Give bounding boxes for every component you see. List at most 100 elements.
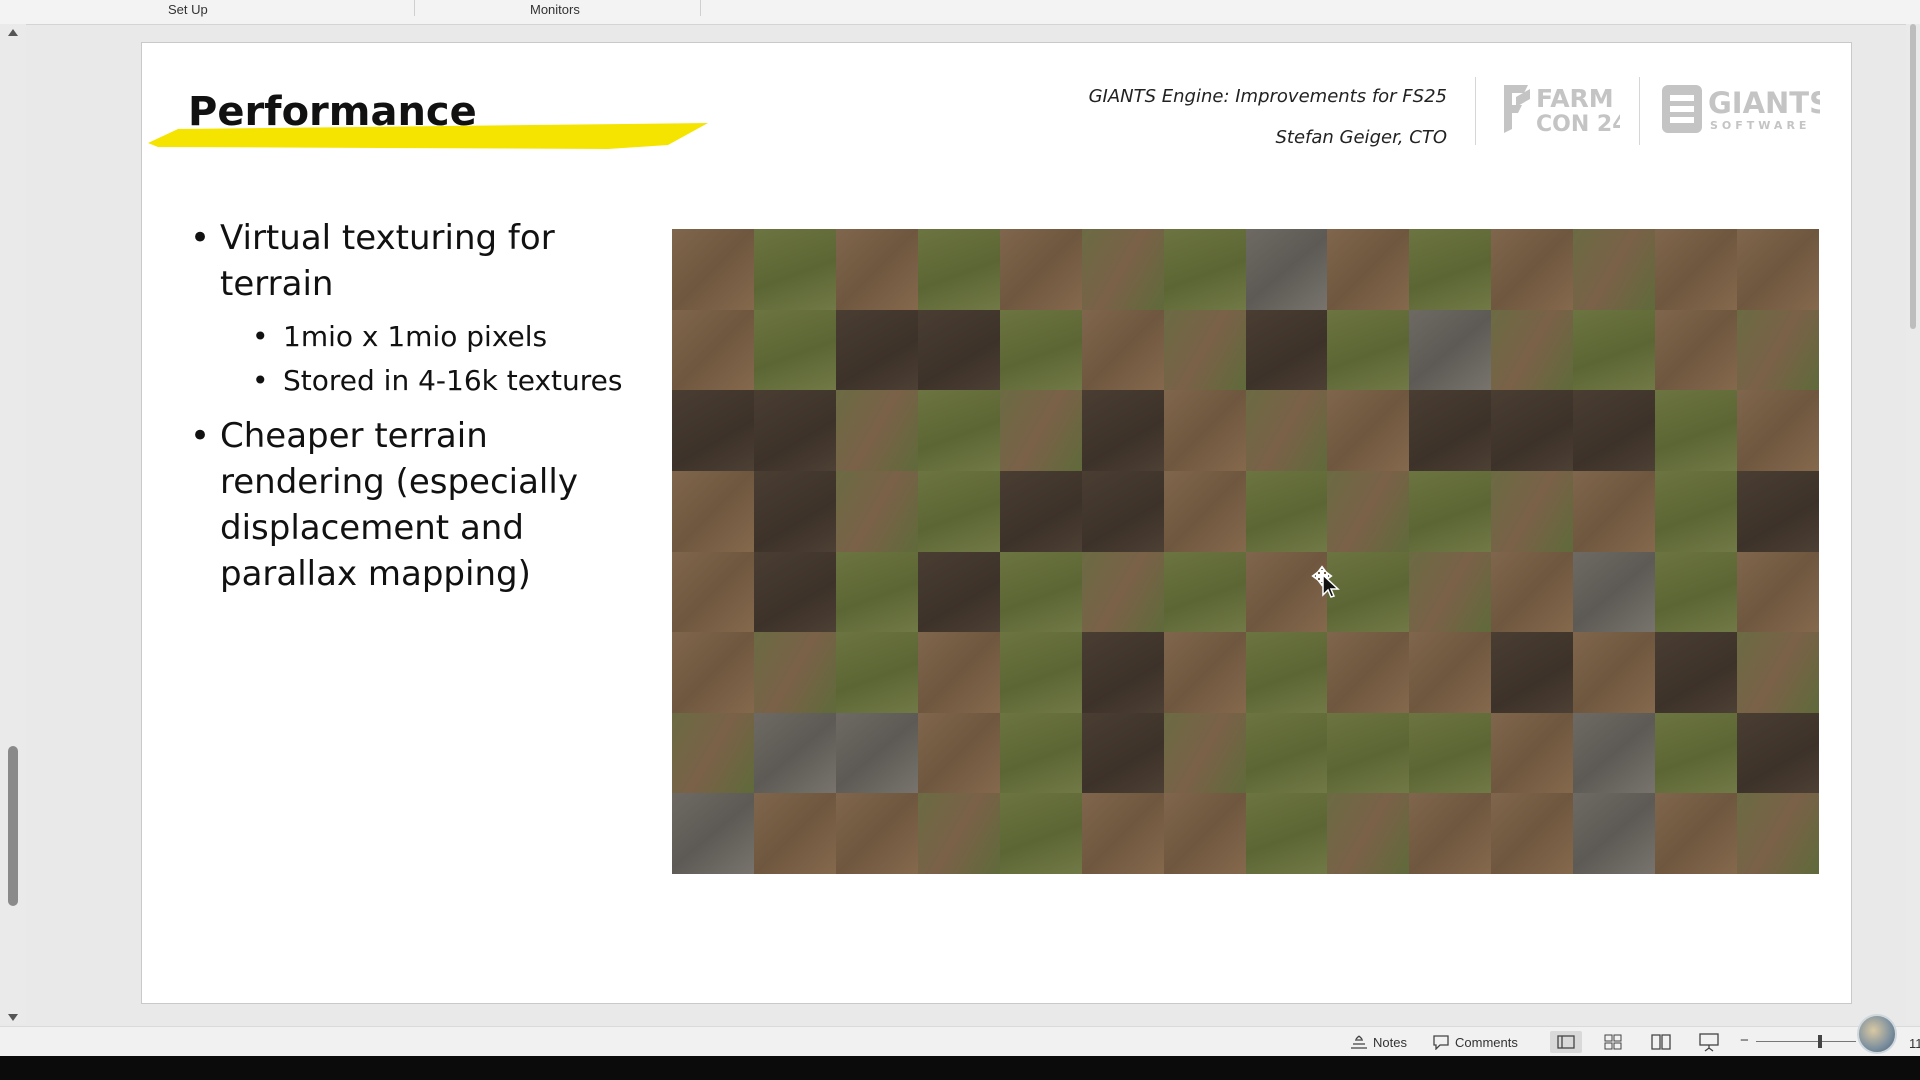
bullet-item: Cheaper terrain rendering (especially di… xyxy=(188,413,658,597)
terrain-tile xyxy=(1491,712,1574,794)
terrain-tile xyxy=(1491,551,1574,633)
sub-bullet-item: 1mio x 1mio pixels xyxy=(188,315,658,359)
terrain-tile xyxy=(1655,470,1738,552)
reading-view-button[interactable] xyxy=(1648,1031,1674,1053)
terrain-tile xyxy=(1655,229,1738,310)
terrain-tile xyxy=(1163,470,1246,552)
terrain-tile xyxy=(1655,712,1738,794)
terrain-tile xyxy=(753,309,836,391)
terrain-virtual-texture-image[interactable] xyxy=(672,229,1819,874)
terrain-tile xyxy=(1081,551,1164,633)
terrain-tile xyxy=(835,309,918,391)
user-avatar[interactable] xyxy=(1857,1014,1897,1054)
terrain-tile xyxy=(753,551,836,633)
terrain-tile xyxy=(917,229,1000,310)
slide-panel-scrollbar[interactable] xyxy=(0,24,26,1024)
terrain-tile xyxy=(753,229,836,310)
terrain-tile xyxy=(1163,632,1246,713)
terrain-tile xyxy=(1409,470,1492,552)
terrain-tile xyxy=(1327,632,1410,713)
scroll-thumb[interactable] xyxy=(1910,24,1916,329)
terrain-tile xyxy=(1737,793,1819,874)
terrain-tile xyxy=(917,632,1000,713)
terrain-tile xyxy=(1737,229,1819,310)
terrain-tile xyxy=(753,390,836,471)
terrain-tile xyxy=(672,551,754,633)
terrain-tile xyxy=(1163,793,1246,874)
comments-button[interactable]: Comments xyxy=(1432,1032,1518,1052)
terrain-tile xyxy=(999,712,1082,794)
scroll-thumb[interactable] xyxy=(8,746,18,906)
terrain-tile xyxy=(835,793,918,874)
terrain-tile xyxy=(753,793,836,874)
vertical-scrollbar[interactable] xyxy=(1906,24,1920,1024)
ribbon-separator xyxy=(414,0,415,16)
terrain-tile xyxy=(1327,470,1410,552)
terrain-tile xyxy=(1655,309,1738,391)
terrain-tile xyxy=(999,309,1082,391)
terrain-tile xyxy=(1655,632,1738,713)
farmcon-word: FARM xyxy=(1536,84,1614,113)
terrain-tile xyxy=(1409,551,1492,633)
terrain-tile xyxy=(1327,309,1410,391)
ribbon-separator xyxy=(700,0,701,16)
bullet-item: Virtual texturing for terrain xyxy=(188,215,658,307)
notes-label: Notes xyxy=(1373,1034,1407,1050)
terrain-tile xyxy=(672,470,754,552)
terrain-tile xyxy=(672,712,754,794)
terrain-tile xyxy=(1245,712,1328,794)
zoom-out-button[interactable]: − xyxy=(1740,1032,1749,1049)
terrain-tile xyxy=(1163,309,1246,391)
terrain-tile xyxy=(1573,712,1656,794)
zoom-slider-thumb[interactable] xyxy=(1818,1035,1822,1048)
giants-logo: GIANTS SOFTWARE xyxy=(1662,85,1820,133)
terrain-tile xyxy=(1573,390,1656,471)
terrain-tile xyxy=(999,390,1082,471)
terrain-tile xyxy=(1737,632,1819,713)
terrain-tile xyxy=(1573,632,1656,713)
scroll-down-icon[interactable] xyxy=(8,1014,18,1021)
scroll-up-icon[interactable] xyxy=(8,29,18,36)
terrain-tile xyxy=(1573,551,1656,633)
terrain-tile xyxy=(1163,551,1246,633)
terrain-tile xyxy=(835,470,918,552)
terrain-tile xyxy=(1491,309,1574,391)
zoom-percentage[interactable]: 11 xyxy=(1909,1036,1920,1051)
terrain-tile xyxy=(917,390,1000,471)
terrain-tile xyxy=(1409,712,1492,794)
giants-word: GIANTS xyxy=(1708,86,1820,120)
terrain-tile xyxy=(835,551,918,633)
terrain-tile xyxy=(1081,309,1164,391)
bullet-list: Virtual texturing for terrain 1mio x 1mi… xyxy=(188,215,658,605)
zoom-slider[interactable] xyxy=(1756,1041,1856,1042)
slideshow-button[interactable] xyxy=(1696,1031,1722,1053)
notes-icon xyxy=(1351,1035,1367,1049)
terrain-tile xyxy=(672,793,754,874)
terrain-tile xyxy=(1655,793,1738,874)
terrain-tile xyxy=(917,712,1000,794)
farmcon-logo: FARM CON 24 xyxy=(1504,84,1620,137)
notes-button[interactable]: Notes xyxy=(1350,1032,1407,1052)
terrain-tile xyxy=(1081,390,1164,471)
terrain-tile xyxy=(835,632,918,713)
terrain-tile xyxy=(672,229,754,310)
normal-view-icon xyxy=(1557,1035,1575,1049)
terrain-tile xyxy=(1409,390,1492,471)
slide-canvas[interactable]: Performance GIANTS Engine: Improvements … xyxy=(141,42,1852,1004)
giants-software-word: SOFTWARE xyxy=(1710,119,1810,132)
status-bar: Notes Comments − xyxy=(0,1026,1920,1057)
slide-sorter-button[interactable] xyxy=(1600,1031,1626,1053)
terrain-tile xyxy=(1409,632,1492,713)
header-divider xyxy=(1475,77,1476,145)
normal-view-button[interactable] xyxy=(1550,1031,1582,1053)
terrain-tile xyxy=(1081,632,1164,713)
terrain-tile xyxy=(672,390,754,471)
terrain-tile xyxy=(672,309,754,391)
terrain-tile xyxy=(1737,309,1819,391)
terrain-tile xyxy=(1491,470,1574,552)
terrain-tile xyxy=(917,309,1000,391)
sub-bullet-list: 1mio x 1mio pixels Stored in 4-16k textu… xyxy=(188,315,658,403)
terrain-tile xyxy=(1327,390,1410,471)
terrain-tile xyxy=(1081,470,1164,552)
terrain-tile xyxy=(999,470,1082,552)
